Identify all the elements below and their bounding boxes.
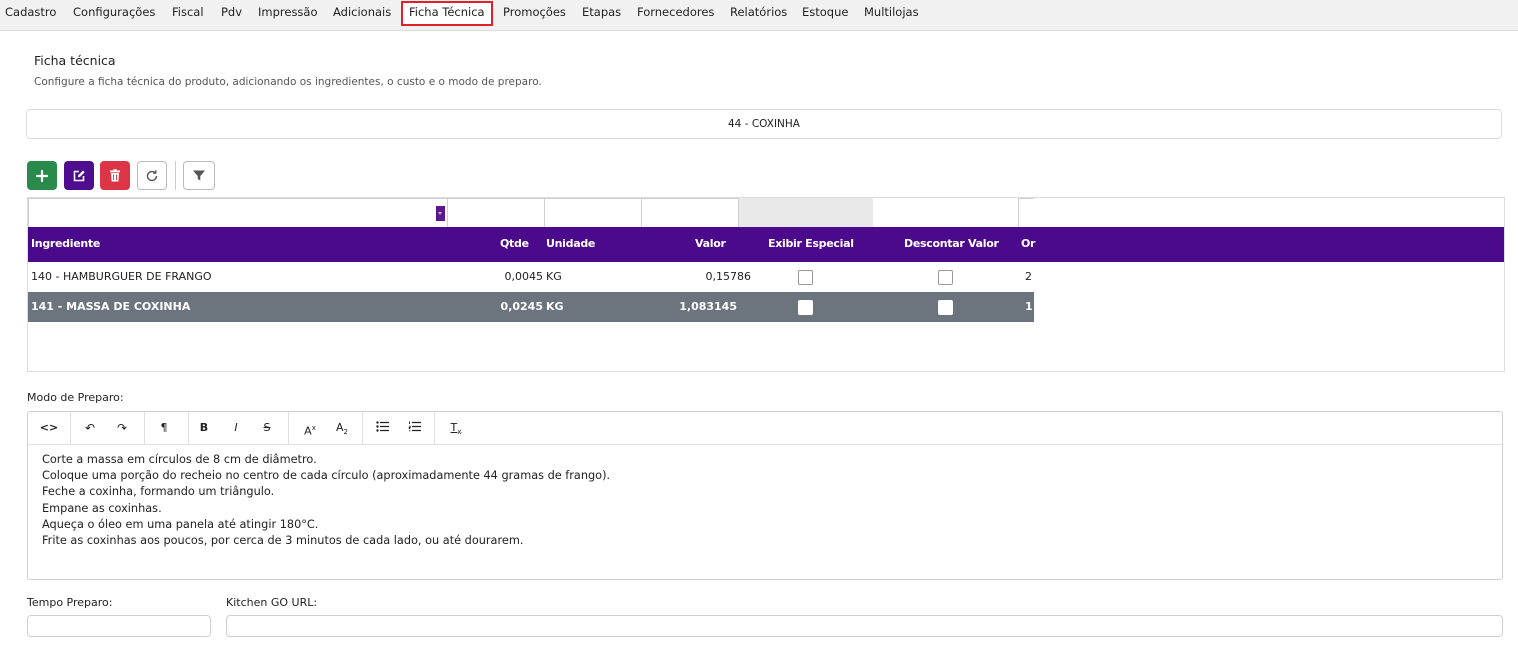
- tab-fiscal[interactable]: Fiscal: [172, 4, 204, 20]
- cell-unidade: KG: [546, 300, 564, 313]
- kitchen-url-input[interactable]: [226, 615, 1503, 637]
- toolbar-separator: [188, 412, 189, 445]
- toolbar-separator: [288, 412, 289, 445]
- product-selector[interactable]: 44 - COXINHA: [26, 109, 1502, 139]
- superscript-button[interactable]: Ax: [300, 420, 320, 438]
- checkbox-exibir-especial[interactable]: [798, 300, 813, 315]
- grid-header: Ingrediente Qtde Unidade Valor Exibir Es…: [28, 227, 1504, 262]
- bullet-list-button[interactable]: [372, 420, 392, 436]
- tempo-preparo-label: Tempo Preparo:: [27, 596, 113, 609]
- edit-button[interactable]: [64, 161, 94, 190]
- preparo-label: Modo de Preparo:: [27, 391, 124, 404]
- add-button[interactable]: [27, 161, 57, 190]
- bullet-list-icon: [375, 421, 389, 432]
- toolbar-separator: [434, 412, 435, 445]
- tab-cadastro[interactable]: Cadastro: [5, 4, 56, 20]
- preparo-line: Corte a massa em círculos de 8 cm de diâ…: [42, 453, 317, 466]
- filter-icon: [193, 170, 205, 181]
- tab-fornecedores[interactable]: Fornecedores: [637, 4, 714, 20]
- cell-qtde: 0,0245: [500, 300, 543, 313]
- col-or[interactable]: Or: [1021, 227, 1035, 262]
- delete-button[interactable]: [100, 161, 130, 190]
- col-qtde[interactable]: Qtde: [500, 227, 529, 262]
- table-row[interactable]: 140 - HAMBURGUER DE FRANGO 0,0045 KG 0,1…: [28, 262, 1034, 292]
- plus-icon: [36, 169, 48, 182]
- filter-valor[interactable]: [641, 198, 739, 228]
- col-valor[interactable]: Valor: [695, 227, 726, 262]
- tab-etapas[interactable]: Etapas: [582, 4, 621, 20]
- numbered-list-icon: [408, 421, 421, 432]
- cell-ingrediente: 140 - HAMBURGUER DE FRANGO: [31, 270, 212, 283]
- subscript-button[interactable]: A2: [332, 420, 352, 436]
- italic-button[interactable]: I: [227, 420, 245, 436]
- code-view-button[interactable]: <>: [38, 420, 60, 436]
- page-subtitle: Configure a ficha técnica do produto, ad…: [34, 76, 542, 88]
- subscript-label: A: [336, 421, 344, 434]
- tab-impressao[interactable]: Impressão: [258, 4, 318, 20]
- filter-unidade[interactable]: [544, 198, 642, 228]
- checkbox-descontar-valor[interactable]: [938, 300, 953, 315]
- superscript-label: A: [304, 424, 312, 438]
- preparo-line: Frite as coxinhas aos poucos, por cerca …: [42, 534, 524, 548]
- tab-promocoes[interactable]: Promoções: [503, 4, 566, 20]
- filter-button[interactable]: [183, 161, 215, 190]
- tempo-preparo-input[interactable]: [27, 615, 211, 637]
- filter-or[interactable]: [1018, 198, 1034, 228]
- cell-ingrediente: 141 - MASSA DE COXINHA: [31, 300, 191, 313]
- redo-button[interactable]: ↷: [112, 420, 132, 436]
- trash-icon: [110, 169, 120, 182]
- col-exibir-especial[interactable]: Exibir Especial: [768, 227, 854, 262]
- cell-qtde: 0,0045: [504, 270, 544, 283]
- strikethrough-button[interactable]: S: [258, 420, 276, 436]
- toolbar-separator: [70, 412, 71, 445]
- refresh-button[interactable]: [137, 161, 167, 190]
- tab-relatorios[interactable]: Relatórios: [730, 4, 787, 20]
- page-title: Ficha técnica: [34, 53, 116, 68]
- tab-estoque[interactable]: Estoque: [802, 4, 848, 20]
- tab-pdv[interactable]: Pdv: [221, 4, 242, 20]
- bold-button[interactable]: B: [195, 420, 213, 436]
- editor-toolbar: <> ↶ ↷ ¶ B I S Ax A2 Tx: [28, 412, 1502, 445]
- table-row-selected[interactable]: 141 - MASSA DE COXINHA 0,0245 KG 1,08314…: [28, 292, 1034, 322]
- filter-ingrediente[interactable]: [28, 198, 448, 228]
- cell-valor: 0,15786: [705, 270, 752, 283]
- edit-icon: [73, 170, 85, 181]
- cell-or: 1: [1025, 300, 1033, 313]
- tab-configuracoes[interactable]: Configurações: [73, 4, 155, 20]
- preparo-line: Empane as coxinhas.: [42, 501, 162, 515]
- checkbox-exibir-especial[interactable]: [798, 270, 813, 285]
- kitchen-url-label: Kitchen GO URL:: [226, 596, 318, 609]
- preparo-line: Feche a coxinha, formando um triângulo.: [42, 485, 275, 499]
- toolbar-separator: [362, 412, 363, 445]
- filter-exibir-especial: [739, 198, 873, 228]
- clear-format-button[interactable]: Tx: [446, 420, 466, 436]
- preparo-line: Coloque uma porção do recheio no centro …: [42, 469, 611, 483]
- preparo-editor: <> ↶ ↷ ¶ B I S Ax A2 Tx Corte a massa em…: [27, 411, 1503, 580]
- col-ingrediente[interactable]: Ingrediente: [31, 227, 100, 262]
- filter-qtde[interactable]: [447, 198, 545, 228]
- cell-or: 2: [1025, 270, 1032, 283]
- paragraph-format-button[interactable]: ¶: [154, 420, 174, 436]
- numbered-list-button[interactable]: [404, 420, 424, 436]
- preparo-line: Aqueça o óleo em uma panela até atingir …: [42, 517, 319, 531]
- tab-bar: Cadastro Configurações Fiscal Pdv Impres…: [0, 0, 1518, 31]
- tab-multilojas[interactable]: Multilojas: [864, 4, 919, 20]
- filter-row: [28, 198, 1034, 228]
- cell-valor: 1,083145: [679, 300, 737, 313]
- ingredients-grid: Ingrediente Qtde Unidade Valor Exibir Es…: [27, 197, 1505, 372]
- col-unidade[interactable]: Unidade: [546, 227, 595, 262]
- tab-ficha-tecnica[interactable]: Ficha Técnica: [401, 1, 493, 26]
- toolbar-separator: [144, 412, 145, 445]
- dropdown-arrow-icon[interactable]: [436, 206, 445, 221]
- tab-adicionais[interactable]: Adicionais: [333, 4, 391, 20]
- undo-button[interactable]: ↶: [80, 420, 100, 436]
- toolbar-separator: [175, 161, 176, 190]
- col-descontar-valor[interactable]: Descontar Valor: [904, 227, 999, 262]
- editor-content[interactable]: Corte a massa em círculos de 8 cm de diâ…: [42, 452, 610, 549]
- cell-unidade: KG: [546, 270, 562, 283]
- refresh-icon: [146, 169, 158, 181]
- checkbox-descontar-valor[interactable]: [938, 270, 953, 285]
